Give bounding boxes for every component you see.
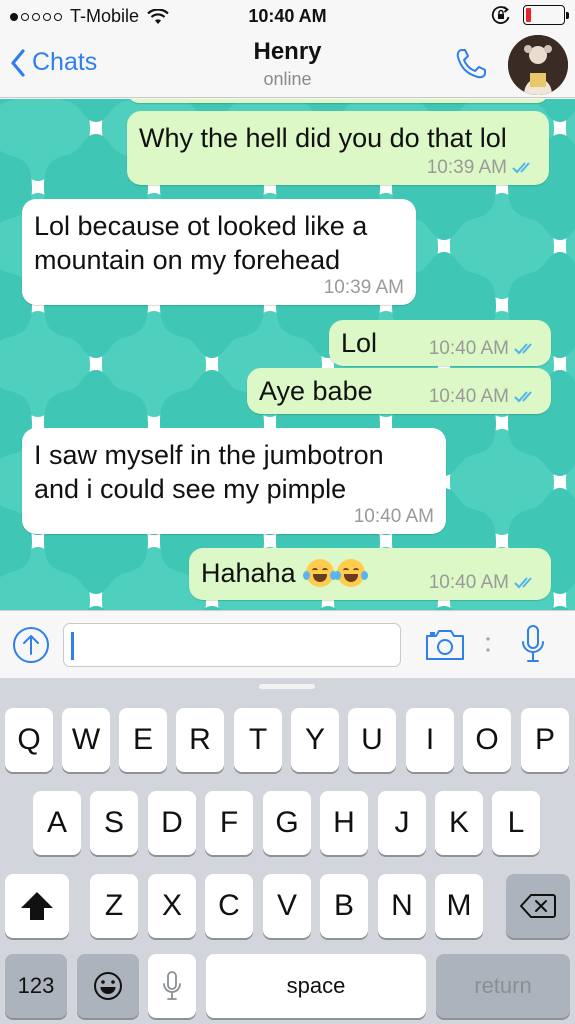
- read-receipt-icon: [514, 391, 532, 403]
- message-time: 10:40 AM: [428, 338, 509, 359]
- key-q[interactable]: Q: [5, 708, 53, 772]
- key-a[interactable]: A: [33, 791, 81, 855]
- clock: 10:40 AM: [248, 6, 327, 26]
- message-time: 10:39 AM: [426, 157, 507, 178]
- key-b[interactable]: B: [320, 874, 368, 938]
- avatar-image: [508, 35, 568, 95]
- key-g[interactable]: G: [263, 791, 311, 855]
- message-text-line: and i could see my pimple: [34, 474, 347, 504]
- message-text-line: mountain on my forehead: [34, 245, 341, 275]
- face-with-tears-of-joy-icon: [303, 559, 338, 587]
- message-text-line: I saw myself in the jumbotron: [34, 440, 384, 470]
- message-meta: 10:40 AM: [354, 506, 434, 528]
- camera-button[interactable]: [424, 627, 466, 663]
- key-s[interactable]: S: [90, 791, 138, 855]
- key-h[interactable]: H: [320, 791, 368, 855]
- message-text: Aye babe: [259, 376, 373, 406]
- status-bar: T-Mobile 10:40 AM: [0, 0, 575, 32]
- upload-icon: [13, 627, 49, 663]
- numbers-key[interactable]: 123: [5, 954, 67, 1018]
- battery-icon: [523, 5, 569, 25]
- shift-key[interactable]: [5, 874, 69, 938]
- backspace-icon: [520, 894, 556, 918]
- message-bubble-outgoing[interactable]: Aye babe 10:40 AM: [247, 368, 551, 414]
- key-x[interactable]: X: [148, 874, 196, 938]
- key-d[interactable]: D: [148, 791, 196, 855]
- key-j[interactable]: J: [378, 791, 426, 855]
- composer-bar: [0, 610, 575, 678]
- key-v[interactable]: V: [263, 874, 311, 938]
- chat-header: Chats Henry online: [0, 32, 575, 98]
- message-bubble-incoming[interactable]: I saw myself in the jumbotron and i coul…: [22, 428, 446, 534]
- message-time: 10:40 AM: [353, 506, 434, 527]
- message-text: Hahaha: [201, 558, 296, 588]
- key-t[interactable]: T: [234, 708, 282, 772]
- face-with-tears-of-joy-icon: [334, 559, 369, 587]
- key-y[interactable]: Y: [291, 708, 339, 772]
- key-n[interactable]: N: [378, 874, 426, 938]
- message-time: 10:40 AM: [428, 572, 509, 593]
- attach-button[interactable]: [12, 626, 50, 664]
- orientation-lock-icon: [491, 6, 510, 24]
- message-meta: 10:40 AM: [429, 386, 539, 408]
- delete-key[interactable]: [506, 874, 570, 938]
- message-text-line: Lol because ot looked like a: [34, 211, 368, 241]
- microphone-icon: [522, 625, 544, 662]
- avatar[interactable]: [508, 35, 568, 95]
- key-c[interactable]: C: [205, 874, 253, 938]
- message-meta: 10:40 AM: [429, 338, 539, 360]
- message-time: 10:40 AM: [428, 386, 509, 407]
- key-u[interactable]: U: [348, 708, 396, 772]
- message-bubble-outgoing[interactable]: Lol 10:40 AM: [329, 320, 551, 366]
- message-bubble-incoming[interactable]: Lol because ot looked like a mountain on…: [22, 199, 416, 305]
- key-w[interactable]: W: [62, 708, 110, 772]
- read-receipt-icon: [512, 162, 530, 174]
- smiley-icon: [94, 972, 122, 1000]
- message-list[interactable]: Why the hell did you do that lol 10:39 A…: [0, 99, 575, 610]
- message-text: Lol: [341, 328, 378, 358]
- key-r[interactable]: R: [176, 708, 224, 772]
- key-z[interactable]: Z: [90, 874, 138, 938]
- message-text: Why the hell did you do that lol: [139, 123, 507, 153]
- shift-icon: [21, 892, 53, 920]
- divider-dots: [486, 637, 490, 652]
- battery-level: [526, 8, 532, 22]
- emoji-key[interactable]: [77, 954, 139, 1018]
- camera-icon: [426, 630, 464, 660]
- microphone-icon: [163, 971, 181, 1000]
- key-f[interactable]: F: [205, 791, 253, 855]
- return-key[interactable]: return: [436, 954, 570, 1018]
- message-meta: 10:39 AM: [427, 157, 537, 179]
- key-i[interactable]: I: [406, 708, 454, 772]
- keyboard: Q W E R T Y U I O P A S D F G H J K L Z …: [0, 678, 575, 1024]
- message-bubble-outgoing[interactable]: Why the hell did you do that lol 10:39 A…: [127, 111, 549, 185]
- key-l[interactable]: L: [492, 791, 540, 855]
- keyboard-handle[interactable]: [259, 684, 315, 689]
- call-button[interactable]: [449, 42, 493, 86]
- read-receipt-icon: [514, 343, 532, 355]
- phone-icon: [456, 49, 486, 79]
- space-key[interactable]: space: [206, 954, 426, 1018]
- voice-message-button[interactable]: [520, 623, 546, 665]
- key-o[interactable]: O: [463, 708, 511, 772]
- key-k[interactable]: K: [435, 791, 483, 855]
- text-cursor: [71, 632, 74, 660]
- message-meta: 10:40 AM: [429, 572, 539, 594]
- message-bubble-partial[interactable]: [127, 99, 549, 103]
- key-e[interactable]: E: [119, 708, 167, 772]
- read-receipt-icon: [514, 577, 532, 589]
- message-bubble-outgoing[interactable]: Hahaha 10:40 AM: [189, 548, 551, 600]
- message-time: 10:39 AM: [323, 277, 404, 298]
- key-p[interactable]: P: [521, 708, 569, 772]
- message-meta: 10:39 AM: [324, 277, 404, 299]
- message-input[interactable]: [63, 623, 401, 667]
- key-m[interactable]: M: [435, 874, 483, 938]
- dictation-key[interactable]: [148, 954, 196, 1018]
